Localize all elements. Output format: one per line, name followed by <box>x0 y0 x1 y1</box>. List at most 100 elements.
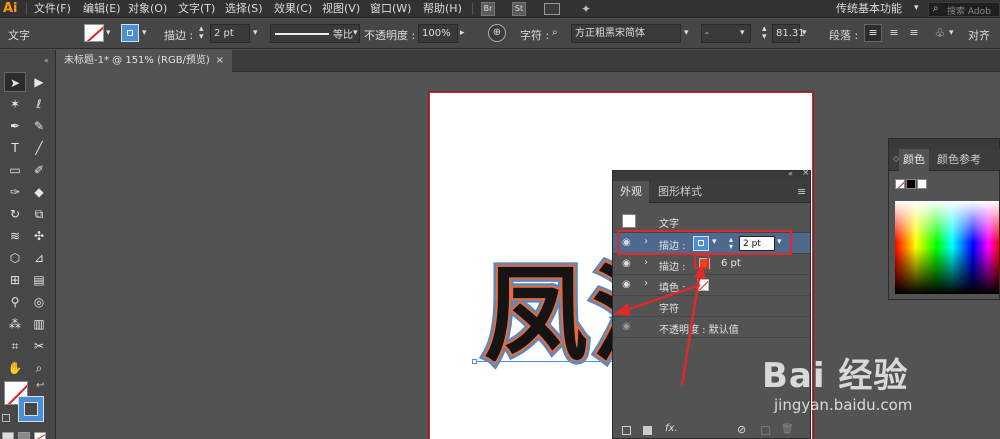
stroke-swatch[interactable] <box>121 24 139 42</box>
gpu-performance-icon[interactable]: ✦ <box>581 2 597 16</box>
swap-fill-stroke-icon[interactable]: ↩ <box>36 380 44 391</box>
paintbrush-tool-icon[interactable]: ✐ <box>28 160 50 180</box>
zoom-tool-icon[interactable]: ⌕ <box>28 358 50 378</box>
magic-wand-tool-icon[interactable]: ✶ <box>4 94 26 114</box>
opacity-input[interactable]: 100% <box>418 24 458 43</box>
stock-icon[interactable]: St <box>512 2 526 16</box>
chevron-down-icon[interactable]: ▾ <box>684 28 689 38</box>
align-left-icon[interactable]: ≡ <box>864 24 882 42</box>
hand-tool-icon[interactable]: ✋ <box>4 358 26 378</box>
add-effect-icon[interactable]: fx. <box>665 423 678 434</box>
add-stroke-icon[interactable] <box>622 426 631 435</box>
color-mode-icon[interactable] <box>2 432 14 439</box>
document-tab[interactable]: 未标题-1* @ 151% (RGB/预览) × <box>56 50 232 72</box>
shaper-tool-icon[interactable]: ✑ <box>4 182 26 202</box>
variable-width-profile[interactable]: 等比 <box>270 24 360 43</box>
chevron-down-icon[interactable]: ▾ <box>142 28 147 38</box>
gradient-mode-icon[interactable] <box>18 432 30 439</box>
tab-graphic-styles[interactable]: 图形样式 <box>651 181 709 203</box>
chevron-down-icon[interactable]: ▾ <box>914 3 919 13</box>
menu-file[interactable]: 文件(F) <box>34 0 71 18</box>
control-bar: 文字 ▾ ▾ 描边 : ▴ ▾ 2 pt ▾ 等比 ▾ 不透明度 : 100% ▸… <box>0 19 1000 49</box>
none-swatch[interactable] <box>895 179 905 189</box>
menu-type[interactable]: 文字(T) <box>178 0 215 18</box>
gradient-tool-icon[interactable]: ▤ <box>28 270 50 290</box>
clear-appearance-icon[interactable]: ⊘ <box>737 423 746 436</box>
width-tool-icon[interactable]: ≋ <box>4 226 26 246</box>
tab-appearance[interactable]: 外观 <box>613 181 649 203</box>
menu-effect[interactable]: 效果(C) <box>274 0 312 18</box>
color-spectrum[interactable] <box>895 201 999 294</box>
align-center-icon[interactable]: ≡ <box>885 24 903 42</box>
search-icon[interactable]: ⌕ <box>552 27 558 38</box>
collapse-panel-icon[interactable]: « <box>788 169 793 178</box>
stepper-icon[interactable]: ▴ ▾ <box>762 25 767 42</box>
text-anchor-point[interactable] <box>472 359 477 364</box>
color-panel-tabs: ◇ 颜色 颜色参考 <box>889 149 1000 171</box>
selection-tool-icon[interactable]: ➤ <box>4 72 26 92</box>
align-right-icon[interactable]: ≡ <box>905 24 923 42</box>
scale-tool-icon[interactable]: ⧉ <box>28 204 50 224</box>
rectangle-tool-icon[interactable]: ▭ <box>4 160 26 180</box>
chevron-down-icon[interactable]: ▾ <box>802 28 807 38</box>
black-swatch[interactable] <box>906 179 916 189</box>
menu-view[interactable]: 视图(V) <box>322 0 360 18</box>
chevron-down-icon[interactable]: ▾ <box>106 28 111 38</box>
none-mode-icon[interactable] <box>34 432 46 439</box>
app-logo: Ai <box>3 1 18 16</box>
stepper-icon[interactable]: ▴ ▾ <box>199 25 204 42</box>
stroke-weight-input[interactable]: 2 pt <box>210 24 250 43</box>
column-graph-tool-icon[interactable]: ▥ <box>28 314 50 334</box>
fill-none-swatch[interactable] <box>84 24 104 42</box>
chevron-down-icon[interactable]: ▾ <box>253 28 258 38</box>
stroke-label: 描边 : <box>164 29 194 42</box>
menu-help[interactable]: 帮助(H) <box>423 0 462 18</box>
pen-tool-icon[interactable]: ✒ <box>4 116 26 136</box>
recolor-artwork-icon[interactable]: ⊕ <box>488 24 506 42</box>
tab-color-guide[interactable]: 颜色参考 <box>933 149 985 171</box>
chevron-down-icon[interactable]: ▾ <box>740 28 745 38</box>
eyedropper-tool-icon[interactable]: ⚲ <box>4 292 26 312</box>
font-size-input[interactable]: 81.31 <box>772 24 805 43</box>
menu-window[interactable]: 窗口(W) <box>370 0 411 18</box>
mesh-tool-icon[interactable]: ⊞ <box>4 270 26 290</box>
align-panel-link[interactable]: 对齐 <box>968 27 990 43</box>
menu-edit[interactable]: 编辑(E) <box>83 0 121 18</box>
type-tool-icon[interactable]: T <box>4 138 26 158</box>
slice-tool-icon[interactable]: ✂ <box>28 336 50 356</box>
curvature-tool-icon[interactable]: ✎ <box>28 116 50 136</box>
watermark-url: jingyan.baidu.com <box>774 396 913 414</box>
lasso-tool-icon[interactable]: ℓ <box>28 94 50 114</box>
chevron-right-icon[interactable]: ▸ <box>460 28 465 38</box>
stroke-swatch[interactable] <box>18 396 44 422</box>
chevron-down-icon[interactable]: ▾ <box>353 28 358 38</box>
rotate-tool-icon[interactable]: ↻ <box>4 204 26 224</box>
line-tool-icon[interactable]: ╱ <box>28 138 50 158</box>
puppet-warp-tool-icon[interactable]: ✣ <box>28 226 50 246</box>
panel-menu-icon[interactable]: ≡ <box>797 185 806 198</box>
workspace-switcher[interactable]: 传统基本功能 <box>836 0 902 18</box>
add-fill-icon[interactable] <box>643 426 652 435</box>
bridge-icon[interactable]: Br <box>481 2 495 16</box>
artboard-tool-icon[interactable]: ⌗ <box>4 336 26 356</box>
arrange-documents-icon[interactable] <box>544 3 560 15</box>
perspective-grid-tool-icon[interactable]: ⊿ <box>28 248 50 268</box>
close-icon[interactable]: × <box>216 50 224 72</box>
white-swatch[interactable] <box>917 179 927 189</box>
tab-color[interactable]: 颜色 <box>899 149 929 171</box>
blend-tool-icon[interactable]: ◎ <box>28 292 50 312</box>
close-icon[interactable]: × <box>802 168 810 178</box>
search-box[interactable]: ⌕ 搜索 Adob <box>928 2 1000 17</box>
symbol-sprayer-tool-icon[interactable]: ⁂ <box>4 314 26 334</box>
menu-object[interactable]: 对象(O) <box>128 0 167 18</box>
font-family-input[interactable]: 方正粗黑宋简体 <box>571 24 681 43</box>
opentype-icon[interactable]: ♧ <box>931 24 949 42</box>
menu-select[interactable]: 选择(S) <box>225 0 263 18</box>
chevron-down-icon[interactable]: ▾ <box>949 28 954 38</box>
search-placeholder: 搜索 Adob <box>947 7 991 17</box>
eraser-tool-icon[interactable]: ◆ <box>28 182 50 202</box>
default-colors-icon[interactable] <box>2 414 10 422</box>
collapse-toolbox-icon[interactable]: « <box>44 56 49 65</box>
direct-selection-tool-icon[interactable]: ▶ <box>28 72 50 92</box>
shape-builder-tool-icon[interactable]: ⬡ <box>4 248 26 268</box>
